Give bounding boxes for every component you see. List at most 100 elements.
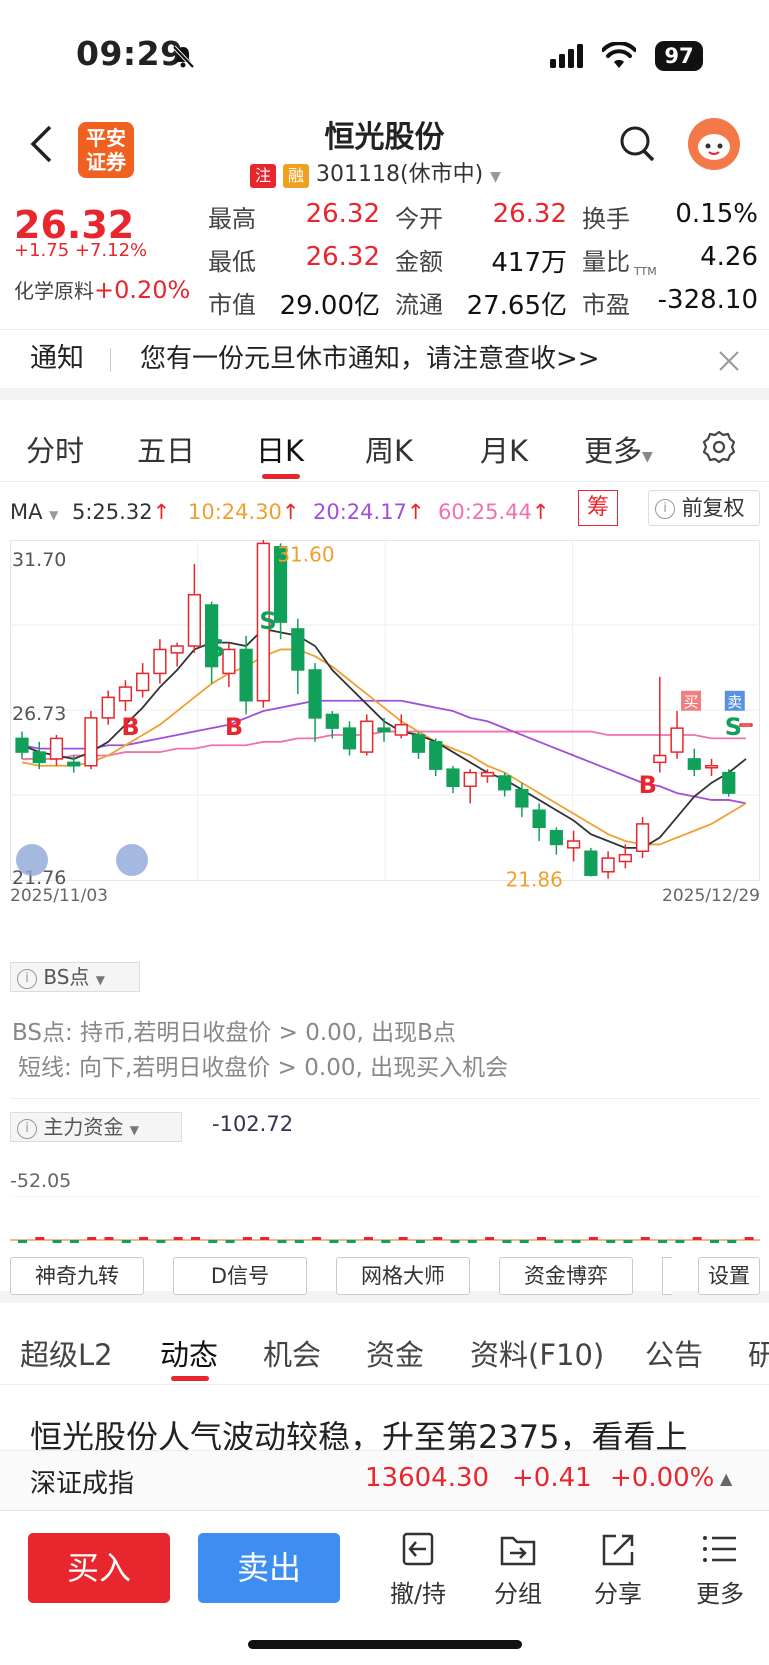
kline-chart[interactable]: 31.7026.7321.762025/11/03 2025/12/2931.60… (10, 540, 760, 935)
quote-value: 29.00亿 (279, 291, 380, 321)
search-icon[interactable] (618, 124, 658, 164)
tab-fenshi[interactable]: 分时 (26, 428, 84, 470)
kline-tabs: 分时 五日 日K 周K 月K 更多▼ (0, 412, 769, 482)
fund-bar (191, 1237, 200, 1240)
index-name: 深证成指 (30, 1469, 135, 1499)
cancel-hold-button[interactable]: 撤/持 (378, 1530, 458, 1609)
fund-bar (433, 1237, 443, 1240)
gear-icon[interactable] (702, 430, 736, 464)
fund-bar (35, 1237, 45, 1240)
sector-change: +0.20% (94, 276, 191, 304)
candle-body (480, 771, 495, 777)
fund-bar (87, 1237, 97, 1240)
info-tab[interactable]: 动态 (160, 1332, 218, 1374)
share-button[interactable]: 分享 (578, 1530, 658, 1609)
fund-bar (364, 1237, 373, 1240)
tab-yuek[interactable]: 月K (480, 428, 528, 470)
settings-button[interactable]: 设置 (698, 1257, 760, 1295)
notice-text[interactable]: 您有一份元旦休市通知，请注意查收>> (140, 330, 600, 388)
fund-bar (467, 1240, 477, 1243)
ma5-value: 5:25.32↑ (72, 500, 170, 524)
info-tab[interactable]: 资料(F10) (470, 1332, 604, 1374)
info-tab[interactable]: 资金 (366, 1332, 424, 1374)
fund-bar (104, 1237, 114, 1240)
battery-indicator: 97 (655, 41, 703, 71)
buy-button[interactable]: 买入 (28, 1533, 170, 1603)
up-arrow-icon: ↑ (406, 500, 425, 524)
expand-up-icon[interactable]: ▲ (720, 1469, 732, 1488)
fund-selector[interactable]: i 主力资金 ▼ (10, 1112, 182, 1142)
fund-bar (450, 1240, 460, 1243)
fund-bar (658, 1240, 668, 1243)
index-value: 13604.30 (365, 1463, 490, 1493)
adjust-label: 前复权 (681, 496, 745, 520)
indicator-button[interactable]: 神奇九转 (10, 1257, 144, 1295)
news-headline[interactable]: 恒光股份人气波动较稳，升至第2375，看看上 (30, 1412, 769, 1450)
notice-bar[interactable]: 通知 您有一份元旦休市通知，请注意查收>> (0, 330, 769, 400)
info-tab[interactable]: 机会 (263, 1332, 321, 1374)
fund-bar (277, 1240, 287, 1243)
candle-body (704, 765, 719, 769)
ma60-value: 60:25.44↑ (438, 500, 550, 524)
cancel-icon (402, 1532, 434, 1566)
stock-code-row[interactable]: 注 融 301118(休市中) ▼ (250, 156, 540, 188)
info-tab[interactable]: 公告 (645, 1332, 703, 1374)
info-icon: i (655, 499, 675, 519)
candle-body (101, 696, 115, 719)
close-icon[interactable] (718, 350, 740, 372)
expand-left-icon (16, 844, 48, 876)
adjust-button[interactable]: i 前复权 (648, 490, 760, 526)
indicator-button[interactable]: D信号 (173, 1257, 307, 1295)
chip-button[interactable]: 筹 (578, 490, 618, 526)
candle-body (687, 758, 701, 770)
info-tab[interactable]: 研 (748, 1332, 769, 1374)
quote-label: 今开 (395, 205, 443, 233)
quote-value: 4.26 (700, 242, 758, 272)
tab-zhouk[interactable]: 周K (365, 428, 413, 470)
quote-label: 换手 (582, 205, 630, 233)
candle-body (170, 645, 184, 654)
badge-zhu: 注 (250, 164, 276, 188)
up-arrow-icon: ↑ (531, 500, 550, 524)
assistant-avatar[interactable] (688, 118, 740, 170)
indicator-button[interactable]: 网格大师 (336, 1257, 470, 1295)
ma-caret-icon: ▼ (49, 508, 59, 522)
quote-value: 27.65亿 (466, 291, 567, 321)
candle-body (308, 669, 322, 719)
candle-body (49, 737, 64, 760)
group-button[interactable]: 分组 (478, 1530, 558, 1609)
ma-bar: MA ▼ 5:25.32↑ 10:24.30↑ 20:24.17↑ 60:25.… (0, 490, 769, 528)
indicator-button[interactable]: 资金博弈 (499, 1257, 633, 1295)
price-change: +1.75 +7.12% (14, 240, 148, 261)
fund-bar (329, 1240, 339, 1243)
stock-code: 301118(休市中) (316, 162, 484, 187)
candle-body (360, 720, 374, 753)
bs-selector[interactable]: i BS点 ▼ (10, 962, 140, 992)
candle-body (584, 850, 598, 876)
index-pct: +0.00% (610, 1463, 715, 1493)
tab-rik[interactable]: 日K (256, 428, 304, 470)
fund-bar (640, 1237, 650, 1240)
info-icon: i (17, 968, 37, 989)
more-button[interactable]: 更多 (680, 1530, 760, 1609)
fund-bar (121, 1240, 131, 1243)
indicator-button-partial[interactable] (662, 1257, 672, 1295)
sector-label[interactable]: 化学原料+0.20% (14, 275, 190, 304)
ma-selector[interactable]: MA ▼ (10, 500, 58, 524)
fund-bar (398, 1237, 408, 1240)
info-tab[interactable]: 超级L2 (20, 1332, 113, 1374)
ma5-text: 5:25.32 (72, 500, 153, 524)
quote-value: 26.32 (305, 242, 380, 272)
quote-label: 流通 (395, 291, 443, 319)
ma-label: MA (10, 500, 43, 524)
bs-caret-icon: ▼ (95, 973, 106, 987)
sell-button[interactable]: 卖出 (198, 1533, 340, 1603)
tab-wuri[interactable]: 五日 (137, 428, 195, 470)
tab-more[interactable]: 更多▼ (584, 428, 653, 470)
index-bar[interactable]: 深证成指 13604.30 +0.41 +0.00% ▲ (0, 1450, 769, 1510)
x-axis-start: 2025/11/03 (10, 886, 108, 906)
candle-body (394, 723, 408, 736)
menu-icon (703, 1536, 736, 1562)
candle-body (498, 775, 512, 791)
status-bar: 09:29 97 (0, 0, 769, 110)
